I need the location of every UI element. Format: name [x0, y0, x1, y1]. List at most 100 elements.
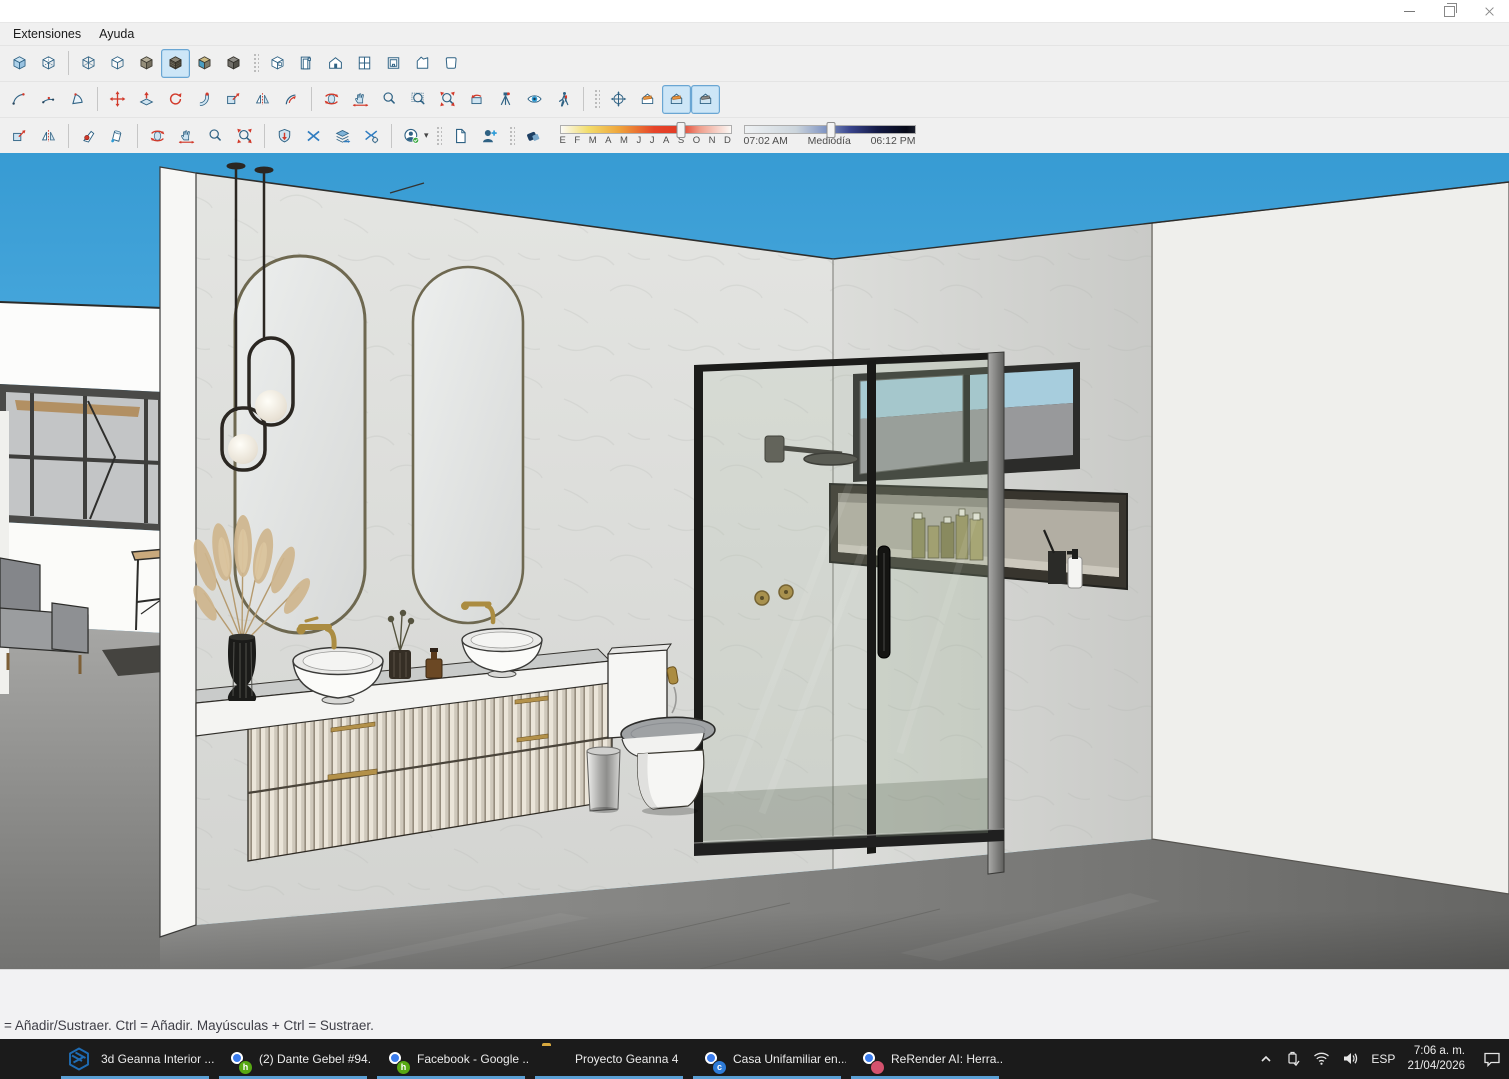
zoom-extents-button[interactable]	[433, 85, 462, 114]
sketchup-window: Extensiones Ayuda ▾ EFMAMJJASOND 07:02 A…	[0, 0, 1509, 1079]
position-camera-button[interactable]	[491, 85, 520, 114]
action-center-icon[interactable]	[1483, 1051, 1501, 1067]
cube-shaded-button[interactable]	[132, 49, 161, 78]
pan-button[interactable]	[172, 121, 201, 150]
plugin-chevrons-button[interactable]	[299, 121, 328, 150]
zoom-extents-button[interactable]	[230, 121, 259, 150]
toolbar-misc: ▾ EFMAMJJASOND 07:02 AMMediodía06:12 PM	[0, 117, 1509, 153]
month-label: E	[560, 135, 567, 146]
plugin-gear-button[interactable]	[357, 121, 386, 150]
month-label: A	[605, 135, 612, 146]
month-label: M	[620, 135, 628, 146]
orbit-button[interactable]	[143, 121, 172, 150]
taskbar-item-proyecto-geanna-4[interactable]: Proyecto Geanna 4	[530, 1039, 688, 1079]
scale-button[interactable]	[5, 121, 34, 150]
language-indicator[interactable]: ESP	[1371, 1052, 1395, 1066]
cube-wireframe-button[interactable]	[74, 49, 103, 78]
time-slider-thumb[interactable]	[827, 122, 836, 138]
month-label: D	[724, 135, 731, 146]
taskbar-item-label: Facebook - Google ...	[417, 1052, 530, 1066]
arch-box-button[interactable]	[263, 49, 292, 78]
shadows-toggle-button[interactable]	[519, 121, 548, 150]
taskbar-item-rerender-ai-herra[interactable]: ReRender AI: Herra...	[846, 1039, 1004, 1079]
tag-button[interactable]	[74, 121, 103, 150]
usb-icon[interactable]	[1285, 1051, 1301, 1067]
month-label: F	[574, 135, 580, 146]
previous-view-button[interactable]	[462, 85, 491, 114]
menu-ayuda[interactable]: Ayuda	[90, 25, 143, 43]
arc-2-button[interactable]	[34, 85, 63, 114]
pan-button[interactable]	[346, 85, 375, 114]
taskbar-item-3d-geanna-interior[interactable]: 3d Geanna Interior ...	[56, 1039, 214, 1079]
arch-window-button[interactable]	[350, 49, 379, 78]
section-fill-button[interactable]	[691, 85, 720, 114]
month-label: M	[589, 135, 597, 146]
3d-viewport[interactable]	[0, 153, 1509, 969]
cube-back-edges-button[interactable]	[34, 49, 63, 78]
add-person-button[interactable]	[475, 121, 504, 150]
plugin-layers-button[interactable]	[328, 121, 357, 150]
minimize-button[interactable]	[1389, 0, 1429, 22]
wifi-icon[interactable]	[1313, 1051, 1330, 1066]
flip-button[interactable]	[248, 85, 277, 114]
volume-icon[interactable]	[1342, 1051, 1359, 1066]
move-button[interactable]	[103, 85, 132, 114]
zoom-button[interactable]	[201, 121, 230, 150]
cube-hidden-line-button[interactable]	[103, 49, 132, 78]
toolbar-separator	[311, 87, 312, 111]
cube-color-button[interactable]	[190, 49, 219, 78]
push-pull-button[interactable]	[132, 85, 161, 114]
scale-button[interactable]	[219, 85, 248, 114]
new-file-button[interactable]	[446, 121, 475, 150]
cube-xray-button[interactable]	[5, 49, 34, 78]
right-white-wall	[1152, 182, 1509, 894]
close-button[interactable]	[1469, 0, 1509, 22]
taskbar-item-2-dante-gebel-94[interactable]: h(2) Dante Gebel #94...	[214, 1039, 372, 1079]
flip-button[interactable]	[34, 121, 63, 150]
taskbar-item-label: Casa Unifamiliar en...	[733, 1052, 846, 1066]
rotate-button[interactable]	[161, 85, 190, 114]
arc-1-button[interactable]	[5, 85, 34, 114]
section-cuts-button[interactable]	[662, 85, 691, 114]
arch-door-button[interactable]	[292, 49, 321, 78]
taskbar-item-casa-unifamiliar-en[interactable]: cCasa Unifamiliar en...	[688, 1039, 846, 1079]
tray-chevron-up-icon[interactable]	[1259, 1052, 1273, 1066]
taskbar: 3d Geanna Interior ...h(2) Dante Gebel #…	[0, 1039, 1509, 1079]
taskbar-badge: h	[238, 1060, 253, 1075]
zoom-window-button[interactable]	[404, 85, 433, 114]
date-slider-track[interactable]	[560, 125, 732, 134]
plugin-shield-button[interactable]	[270, 121, 299, 150]
toolbar-separator	[583, 87, 584, 111]
status-hint: = Añadir/Sustraer. Ctrl = Añadir. Mayúsc…	[4, 1018, 374, 1033]
arch-house-button[interactable]	[321, 49, 350, 78]
taskbar-item-notepad[interactable]	[12, 1039, 56, 1079]
section-plane-button[interactable]	[633, 85, 662, 114]
restore-button[interactable]	[1429, 0, 1469, 22]
taskbar-item-facebook-google[interactable]: hFacebook - Google ...	[372, 1039, 530, 1079]
arch-slab-button[interactable]	[437, 49, 466, 78]
sketchup-icon	[66, 1046, 92, 1072]
date-slider-thumb[interactable]	[677, 122, 686, 138]
menu-extensiones[interactable]: Extensiones	[4, 25, 90, 43]
look-around-button[interactable]	[520, 85, 549, 114]
account-button[interactable]	[397, 121, 426, 150]
cube-shaded-textures-button[interactable]	[161, 49, 190, 78]
system-tray: ESP 7:06 a. m. 21/04/2026	[1259, 1039, 1509, 1079]
follow-me-button[interactable]	[190, 85, 219, 114]
restore-icon	[1444, 6, 1455, 17]
dropdown-caret-icon[interactable]: ▾	[424, 130, 429, 141]
zoom-button[interactable]	[375, 85, 404, 114]
offset-button[interactable]	[277, 85, 306, 114]
walk-button[interactable]	[549, 85, 578, 114]
toolbar-separator	[68, 124, 69, 148]
clock[interactable]: 7:06 a. m. 21/04/2026	[1407, 1044, 1465, 1074]
arch-roof-button[interactable]	[408, 49, 437, 78]
arch-cabinet-button[interactable]	[379, 49, 408, 78]
toolbar-separator	[97, 87, 98, 111]
orbit-button[interactable]	[317, 85, 346, 114]
time-slider-track[interactable]	[744, 125, 916, 134]
paint-bucket-button[interactable]	[103, 121, 132, 150]
axes-compass-button[interactable]	[604, 85, 633, 114]
arc-3-button[interactable]	[63, 85, 92, 114]
cube-monochrome-button[interactable]	[219, 49, 248, 78]
